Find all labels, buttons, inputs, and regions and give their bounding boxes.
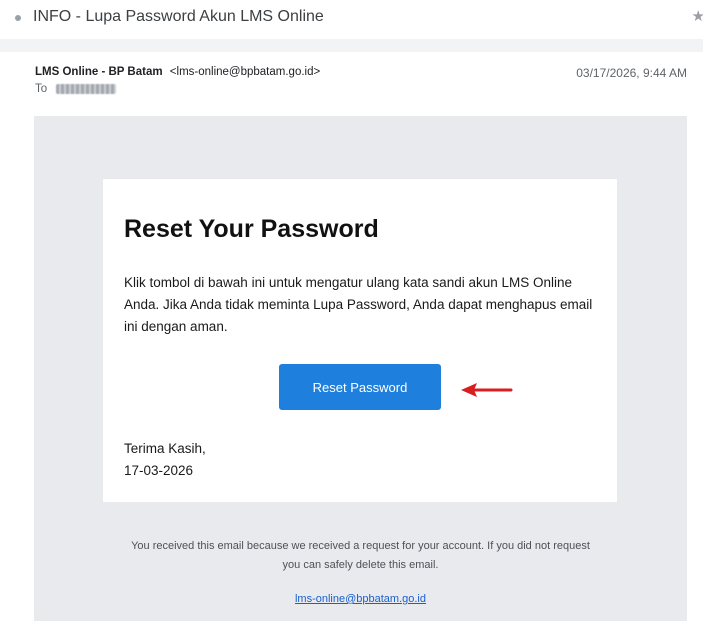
email-heading: Reset Your Password [124, 215, 379, 243]
reset-password-button[interactable]: Reset Password [279, 364, 441, 410]
signoff: Terima Kasih, 17-03-2026 [124, 438, 206, 482]
email-viewer: INFO - Lupa Password Akun LMS Online ★ L… [0, 0, 703, 621]
sender-line: LMS Online - BP Batam <lms-online@bpbata… [35, 66, 320, 78]
star-icon[interactable]: ★ [692, 9, 703, 24]
redacted-recipient [56, 83, 117, 94]
footer-text: You received this email because we recei… [131, 540, 590, 571]
email-card: Reset Your Password Klik tombol di bawah… [103, 179, 617, 502]
closing-date: 17-03-2026 [124, 463, 194, 478]
header-divider [0, 39, 703, 52]
email-subject: INFO - Lupa Password Akun LMS Online [33, 8, 324, 25]
closing-text: Terima Kasih, [124, 441, 206, 456]
email-body-text: Klik tombol di bawah ini untuk mengatur … [124, 275, 593, 334]
sender-name[interactable]: LMS Online - BP Batam [35, 66, 163, 78]
sender-email[interactable]: <lms-online@bpbatam.go.id> [170, 66, 320, 78]
unread-dot-icon [15, 15, 21, 21]
footer-email-link[interactable]: lms-online@bpbatam.go.id [34, 593, 687, 605]
recipient-line: To [35, 83, 117, 95]
to-label: To [35, 83, 48, 95]
red-arrow-icon [461, 383, 513, 397]
email-date: 03/17/2026, 9:44 AM [576, 66, 687, 80]
email-body-canvas: Reset Your Password Klik tombol di bawah… [34, 116, 687, 621]
subject-bar: INFO - Lupa Password Akun LMS Online ★ [0, 0, 703, 38]
